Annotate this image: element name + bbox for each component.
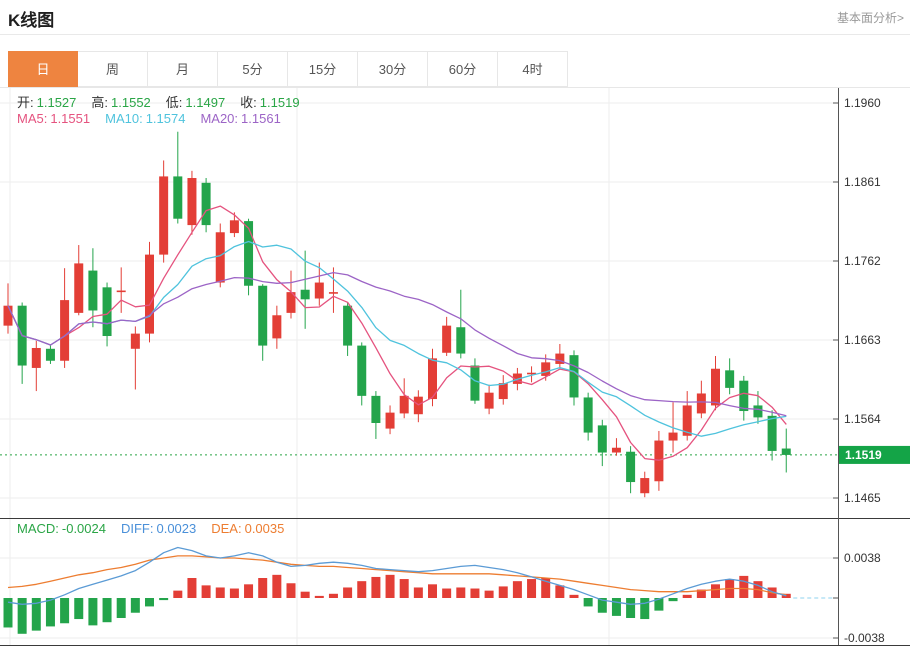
kline-page: 1.1960 1.1861 1.1762 1.1663 1.1564 1.1465 0.00… [0, 0, 910, 650]
tab-timeframe-3[interactable]: 月 [148, 51, 218, 87]
tab-timeframe-5[interactable]: 15分 [288, 51, 358, 87]
y-axis-tick-label: 1.1861 [844, 175, 881, 189]
info-pair: MACD:-0.0024 [17, 521, 106, 537]
tab-bar-inner: 日周月5分15分30分60分4时 [8, 51, 910, 87]
svg-text:1.1519: 1.1519 [845, 448, 882, 462]
info-pair: 开:1.1527 [17, 95, 76, 111]
page-title: K线图 [8, 6, 54, 31]
info-pair: MA20:1.1561 [200, 111, 280, 127]
ma10-line [8, 242, 786, 437]
info-pair: MA5:1.1551 [17, 111, 90, 127]
ma20-line [8, 273, 786, 416]
y-axis-tick-label: 1.1564 [844, 412, 881, 426]
y-axis-tick-label: 0.0038 [844, 551, 881, 565]
gridlines [0, 88, 838, 645]
info-pair: 低:1.1497 [166, 95, 225, 111]
y-axis-tick-label: 1.1465 [844, 491, 881, 505]
tab-timeframe-6[interactable]: 30分 [358, 51, 428, 87]
y-axis-tick-label: -0.0038 [844, 631, 885, 645]
tab-timeframe-2[interactable]: 周 [78, 51, 148, 87]
info-pair: 高:1.1552 [91, 95, 150, 111]
ma5-line [8, 206, 786, 460]
tab-bar: 日周月5分15分30分60分4时 [0, 51, 910, 88]
tab-timeframe-1[interactable]: 日 [8, 51, 78, 87]
info-pair: DEA:0.0035 [211, 521, 284, 537]
macd-row: MACD:-0.0024 DIFF:0.0023 DEA:0.0035 [17, 521, 284, 537]
tab-timeframe-7[interactable]: 60分 [428, 51, 498, 87]
y-axis-tick-label: 1.1663 [844, 333, 881, 347]
page-header: K线图 基本面分析> [0, 0, 910, 35]
macd-histogram [4, 575, 791, 634]
panel-frame [0, 519, 910, 646]
y-axis-tick-label: 1.1960 [844, 96, 881, 110]
info-pair: DIFF:0.0023 [121, 521, 196, 537]
info-pair: 收:1.1519 [240, 95, 299, 111]
tab-timeframe-4[interactable]: 5分 [218, 51, 288, 87]
diff-line [8, 548, 786, 605]
price-axis: 1.1960 1.1861 1.1762 1.1663 1.1564 1.1465 0.00… [833, 88, 885, 645]
ohlc-row: 开:1.1527 高:1.1552 低:1.1497 收:1.1519 [17, 95, 300, 111]
macd-info-bar: MACD:-0.0024 DIFF:0.0023 DEA:0.0035 [17, 521, 284, 537]
fundamental-analysis-link[interactable]: 基本面分析> [837, 9, 904, 26]
tab-timeframe-8[interactable]: 4时 [498, 51, 568, 87]
candlestick-series [4, 132, 791, 497]
ma-row: MA5:1.1551 MA10:1.1574 MA20:1.1561 [17, 111, 300, 127]
y-axis-tick-label: 1.1762 [844, 254, 881, 268]
info-pair: MA10:1.1574 [105, 111, 185, 127]
ohlc-info-bar: 开:1.1527 高:1.1552 低:1.1497 收:1.1519 MA5:1.1… [17, 95, 300, 127]
current-price-tag: 1.1519 [839, 446, 910, 464]
dea-line [8, 556, 786, 595]
